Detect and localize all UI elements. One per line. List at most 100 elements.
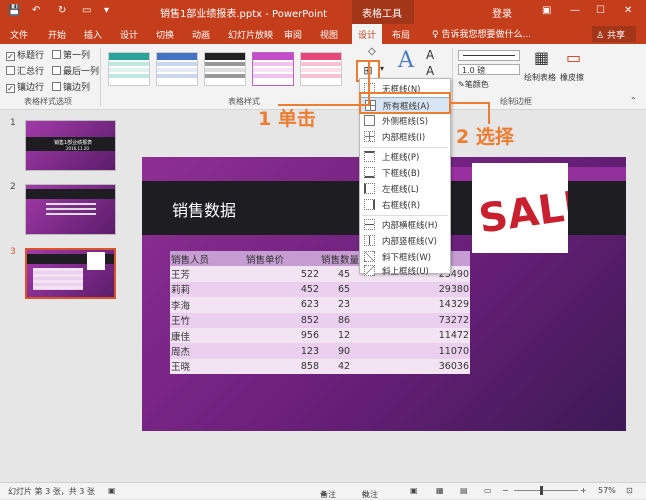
table-cell[interactable]: 73272	[395, 312, 470, 328]
table-cell[interactable]: 11472	[395, 327, 470, 344]
undo-icon[interactable]: ↶	[32, 5, 40, 16]
menu-item-left-border[interactable]: 左框线(L)	[360, 181, 450, 197]
minimize-icon[interactable]: —	[570, 5, 580, 16]
fit-slide-icon[interactable]: ⊡	[626, 486, 633, 495]
table-cell[interactable]: 23	[320, 297, 395, 313]
table-cell[interactable]: 王晓	[170, 358, 245, 375]
pen-weight-dropdown[interactable]: 1.0 磅	[458, 64, 520, 75]
table-header-cell[interactable]: 销售人员	[170, 251, 245, 267]
menu-item-diagonal-up[interactable]: 斜上框线(U)	[360, 265, 450, 277]
shading-icon[interactable]: ◇	[368, 46, 376, 57]
text-fill-icon[interactable]: A	[426, 48, 434, 62]
login-link[interactable]: 登录	[492, 5, 512, 20]
table-cell[interactable]: 42	[320, 358, 395, 375]
slide-title[interactable]: 销售数据	[172, 197, 236, 221]
eraser-icon[interactable]: ▭	[566, 48, 581, 67]
tab-review[interactable]: 审阅	[284, 28, 302, 41]
zoom-in-icon[interactable]: +	[580, 486, 587, 495]
menu-item-diagonal-down[interactable]: 斜下框线(W)	[360, 249, 450, 265]
draw-table-icon[interactable]: ▦	[534, 48, 549, 67]
reading-view-icon[interactable]: ▤	[460, 486, 468, 495]
sale-logo[interactable]: SALE	[472, 163, 594, 253]
table-cell[interactable]: 65	[320, 281, 395, 298]
table-style-thumb[interactable]	[204, 52, 246, 86]
zoom-level[interactable]: 57%	[598, 486, 616, 495]
table-cell[interactable]: 86	[320, 312, 395, 328]
table-cell[interactable]: 623	[245, 297, 320, 313]
save-icon[interactable]: 💾	[8, 5, 20, 16]
normal-view-icon[interactable]: ▣	[410, 486, 418, 495]
menu-item-outside-borders[interactable]: 外侧框线(S)	[360, 113, 450, 129]
tab-table-design[interactable]: 设计	[352, 24, 383, 44]
share-button[interactable]: ♙ 共享	[592, 26, 636, 42]
table-style-thumb[interactable]	[156, 52, 198, 86]
table-cell[interactable]: 康佳	[170, 327, 245, 344]
table-cell[interactable]: 36036	[395, 358, 470, 375]
menu-item-inside-borders[interactable]: 内部框线(I)	[360, 129, 450, 145]
table-cell[interactable]: 王竹	[170, 312, 245, 328]
zoom-slider[interactable]	[514, 490, 578, 491]
borders-dropdown-icon[interactable]: ▾	[380, 64, 384, 73]
collapse-ribbon-icon[interactable]: ⌃	[630, 96, 637, 105]
table-cell[interactable]: 11070	[395, 343, 470, 359]
table-cell[interactable]: 李海	[170, 297, 245, 313]
table-cell[interactable]: 123	[245, 343, 320, 359]
option-last-column[interactable]: 最后一列	[52, 64, 99, 77]
tab-transitions[interactable]: 切换	[156, 28, 174, 41]
table-cell[interactable]: 29380	[395, 281, 470, 298]
tab-design[interactable]: 设计	[120, 28, 138, 41]
option-header-row[interactable]: ✓ 标题行	[6, 48, 44, 61]
menu-item-bottom-border[interactable]: 下框线(B)	[360, 165, 450, 181]
table-cell[interactable]: 858	[245, 358, 320, 375]
present-icon[interactable]: ▭	[82, 5, 91, 16]
option-banded-columns[interactable]: 镶边列	[52, 80, 90, 93]
table-cell[interactable]: 莉莉	[170, 281, 245, 298]
tab-file[interactable]: 文件	[10, 28, 28, 41]
tab-animations[interactable]: 动画	[192, 28, 210, 41]
text-outline-icon[interactable]: A	[426, 64, 434, 78]
table-style-thumb[interactable]	[300, 52, 342, 86]
tab-insert[interactable]: 插入	[84, 28, 102, 41]
tab-table-layout[interactable]: 布局	[392, 28, 410, 41]
table-cell[interactable]: 956	[245, 327, 320, 344]
menu-item-top-border[interactable]: 上框线(P)	[360, 149, 450, 165]
menu-item-inside-horizontal[interactable]: 内部横框线(H)	[360, 217, 450, 233]
close-icon[interactable]: ✕	[624, 5, 632, 16]
tab-home[interactable]: 开始	[48, 28, 66, 41]
table-cell[interactable]: 周杰	[170, 343, 245, 359]
zoom-out-icon[interactable]: −	[502, 486, 509, 495]
slide-thumbnail-3[interactable]	[25, 248, 116, 299]
table-cell[interactable]: 王芳	[170, 266, 245, 282]
tell-me-box[interactable]: ♀ 告诉我您想要做什么...	[432, 27, 552, 41]
slide-thumbnail-2[interactable]	[25, 184, 116, 235]
customize-qat-icon[interactable]: ▾	[104, 5, 109, 16]
tab-view[interactable]: 视图	[320, 28, 338, 41]
option-total-row[interactable]: 汇总行	[6, 64, 44, 77]
table-cell[interactable]: 90	[320, 343, 395, 359]
quick-styles-icon[interactable]: A	[398, 48, 414, 73]
menu-item-right-border[interactable]: 右框线(R)	[360, 197, 450, 213]
ribbon-display-icon[interactable]: ▣	[542, 5, 551, 16]
table-cell[interactable]: 522	[245, 266, 320, 282]
table-style-thumb-selected[interactable]	[252, 52, 294, 86]
pen-color-button[interactable]: ✎笔颜色	[458, 79, 489, 90]
pen-style-dropdown[interactable]	[458, 50, 520, 61]
slideshow-icon[interactable]: ▭	[484, 486, 492, 495]
slide-sorter-icon[interactable]: ▦	[436, 486, 444, 495]
zoom-slider-thumb[interactable]	[540, 486, 543, 495]
table-cell[interactable]: 452	[245, 281, 320, 298]
option-banded-rows[interactable]: ✓ 镶边行	[6, 80, 44, 93]
maximize-icon[interactable]: ☐	[596, 5, 605, 16]
tab-slideshow[interactable]: 幻灯片放映	[228, 28, 273, 41]
spellcheck-icon[interactable]: ▣	[108, 486, 116, 495]
menu-item-inside-vertical[interactable]: 内部竖框线(V)	[360, 233, 450, 249]
table-header-cell[interactable]: 销售单价	[245, 251, 320, 267]
draw-table-button[interactable]: 绘制表格	[524, 72, 556, 83]
table-style-thumb[interactable]	[108, 52, 150, 86]
table-cell[interactable]: 12	[320, 327, 395, 344]
table-cell[interactable]: 852	[245, 312, 320, 328]
table-cell[interactable]: 14329	[395, 297, 470, 313]
redo-icon[interactable]: ↻	[58, 5, 66, 16]
option-first-column[interactable]: 第一列	[52, 48, 90, 61]
eraser-button[interactable]: 橡皮擦	[560, 72, 584, 83]
